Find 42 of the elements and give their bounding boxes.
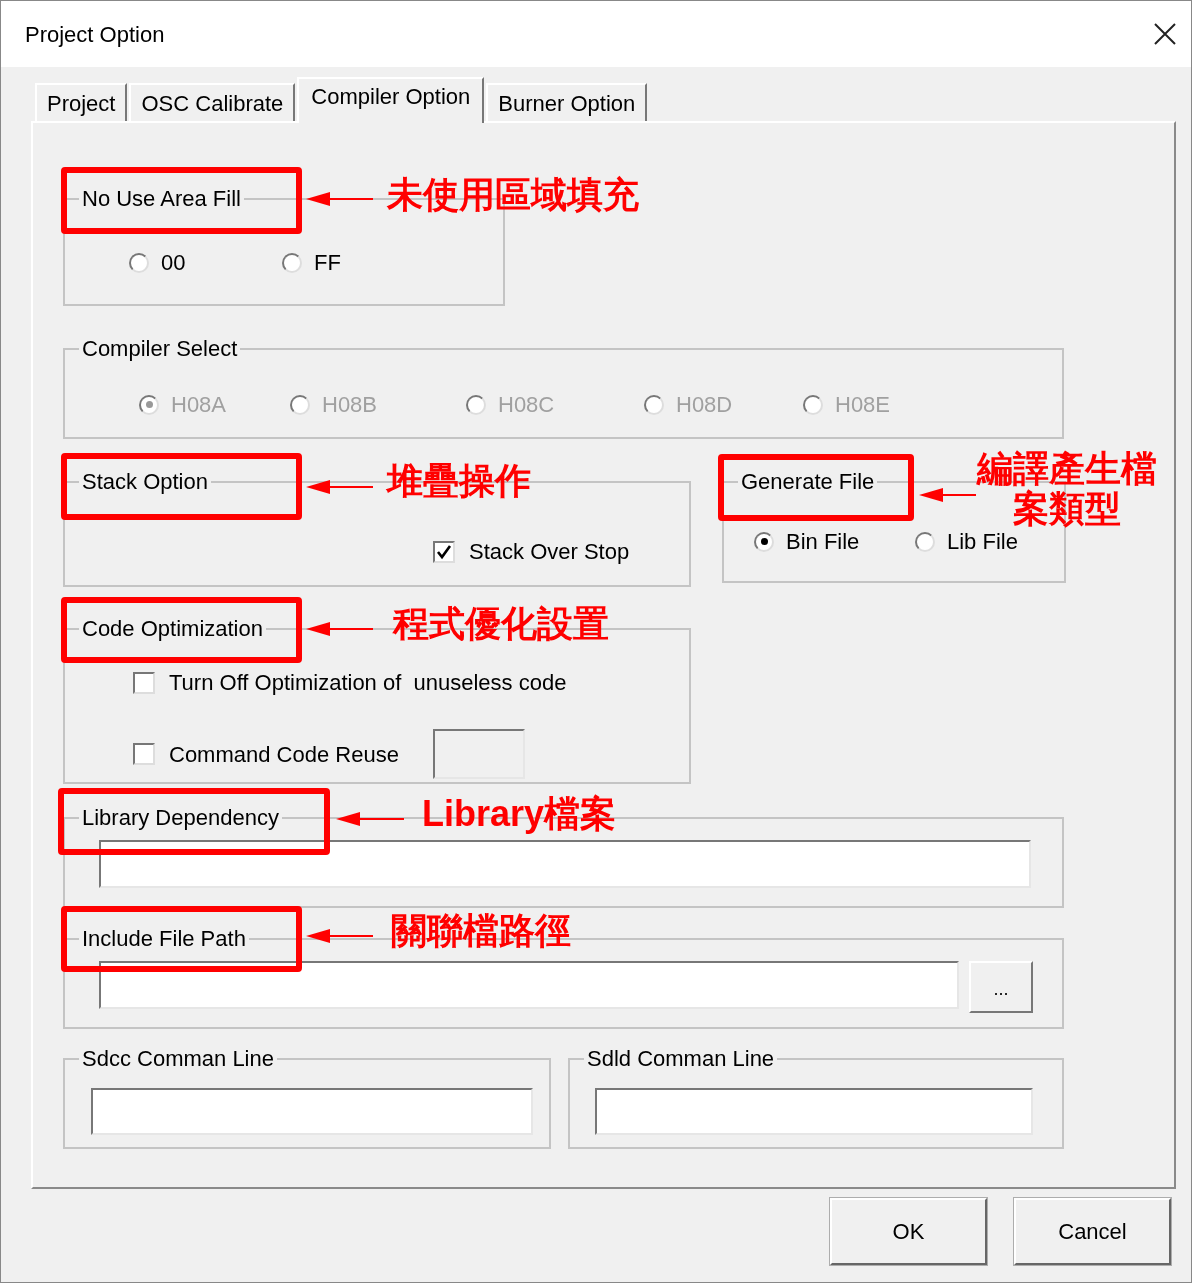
annotation-label: 未使用區域填充 [387, 175, 639, 215]
cancel-button[interactable]: Cancel [1014, 1198, 1171, 1265]
radio-button[interactable]: 00 [129, 246, 282, 279]
tab[interactable]: Compiler Option [297, 77, 485, 123]
arrow [336, 811, 404, 827]
input-field[interactable] [595, 1088, 1033, 1135]
ok-button[interactable]: OK [830, 1198, 987, 1265]
annotation-label: 程式優化設置 [393, 604, 609, 644]
arrow [306, 621, 373, 637]
input-field[interactable] [99, 840, 1031, 888]
group-title: Include File Path [81, 926, 247, 952]
group-title: Sdld Comman Line [586, 1046, 776, 1072]
number-field[interactable] [432, 729, 525, 779]
arrow [919, 487, 976, 503]
group-title: Code Optimization [81, 616, 264, 642]
checkbox[interactable]: Stack Over Stop [433, 535, 630, 568]
window-title: Project Option [25, 20, 165, 49]
input-field[interactable] [91, 1088, 533, 1135]
group-title: Generate File [740, 469, 876, 495]
annotation-label: Library檔案 [422, 794, 617, 834]
annotation-label: 編譯產生檔案類型 [975, 449, 1158, 529]
group-title: Sdcc Comman Line [81, 1046, 275, 1072]
checkbox[interactable]: Turn Off Optimization of unuseless code [133, 666, 567, 699]
group-title: Compiler Select [81, 336, 239, 362]
browse-button[interactable]: ... [969, 961, 1033, 1013]
group-title: No Use Area Fill [81, 186, 242, 212]
input-field[interactable] [99, 961, 959, 1009]
arrow [306, 928, 373, 944]
tab[interactable]: Burner Option [486, 83, 648, 121]
radio-button[interactable]: FF [282, 246, 435, 279]
radio-button[interactable]: Bin File [754, 525, 915, 558]
tab[interactable]: Project [35, 83, 128, 121]
group-title: Stack Option [81, 469, 209, 495]
group-title: Library Dependency [81, 805, 280, 831]
arrow [306, 479, 373, 495]
checkmark-icon [436, 543, 452, 560]
annotation-label: 關聯檔路徑 [391, 911, 571, 951]
checkbox[interactable]: Command Code Reuse [133, 737, 399, 771]
annotation-label: 堆疊操作 [387, 461, 531, 501]
arrow [306, 191, 373, 207]
close-icon[interactable] [1153, 22, 1177, 46]
tab[interactable]: OSC Calibrate [129, 83, 296, 121]
